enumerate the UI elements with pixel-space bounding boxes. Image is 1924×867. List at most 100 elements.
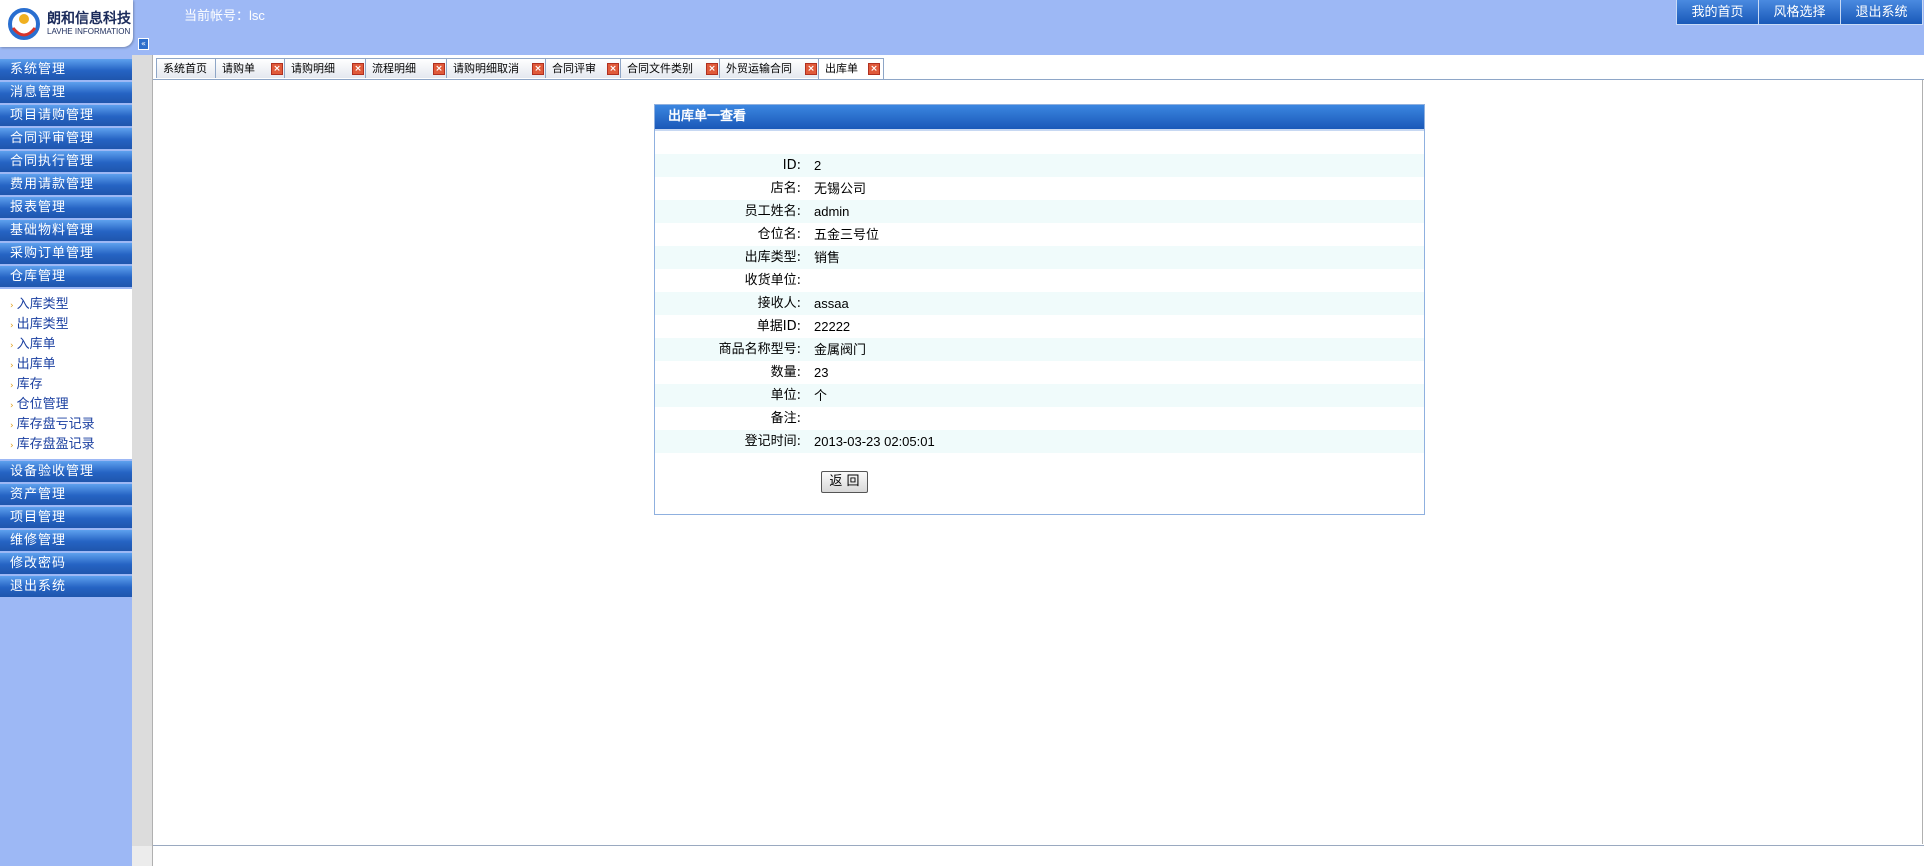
field-value: admin [814,204,850,219]
tab-process-detail[interactable]: 流程明细 × [365,58,449,78]
field-value: 无锡公司 [814,181,867,196]
submenu-item-location-mgmt[interactable]: › 仓位管理 [0,395,132,415]
panel-title: 出库单一查看 [655,105,1424,131]
sidebar-item-reports[interactable]: 报表管理 [0,197,132,218]
sidebar-item-projects[interactable]: 项目管理 [0,507,132,528]
close-icon[interactable]: × [607,63,619,75]
current-account: 当前帐号：lsc [184,8,265,23]
sidebar-item-exit[interactable]: 退出系统 [0,576,132,597]
sidebar-collapse-icon[interactable]: « [138,38,149,50]
home-button[interactable]: 我的首页 [1676,0,1759,25]
arrow-icon: › [10,441,14,451]
tab-contract-review[interactable]: 合同评审 × [545,58,623,78]
arrow-icon: › [10,321,14,331]
company-logo: 朗和信息科技 LAVHE INFORMATION [0,0,133,47]
detail-row-id: ID: 2 [655,154,1424,177]
field-value: 23 [814,365,829,380]
tab-requisition-cancel[interactable]: 请购明细取消 × [446,58,548,78]
close-icon[interactable]: × [868,63,880,75]
close-icon[interactable]: × [532,63,544,75]
detail-row-registered-time: 登记时间: 2013-03-23 02:05:01 [655,430,1424,453]
arrow-icon: › [10,361,14,371]
arrow-icon: › [10,381,14,391]
field-label: 单据ID: [756,319,801,334]
arrow-icon: › [10,421,14,431]
submenu-item-inventory[interactable]: › 库存 [0,375,132,395]
submenu-item-outbound-type[interactable]: › 出库类型 [0,315,132,335]
sidebar-item-contract-execution[interactable]: 合同执行管理 [0,151,132,172]
detail-row-doc-id: 单据ID: 22222 [655,315,1424,338]
field-label: 登记时间: [744,434,801,449]
tab-outbound-order[interactable]: 出库单 × [818,58,884,79]
sidebar-splitter[interactable] [132,55,153,866]
field-label: 收货单位: [744,273,801,288]
close-icon[interactable]: × [706,63,718,75]
close-icon[interactable]: × [271,63,283,75]
field-label: 出库类型: [744,250,801,265]
sidebar-item-change-password[interactable]: 修改密码 [0,553,132,574]
splitter-corner [132,846,152,866]
logo-text-cn: 朗和信息科技 [47,11,131,27]
close-icon[interactable]: × [805,63,817,75]
sidebar-item-contract-review[interactable]: 合同评审管理 [0,128,132,149]
sidebar-item-materials[interactable]: 基础物料管理 [0,220,132,241]
tab-requisition[interactable]: 请购单 × [215,58,287,78]
sidebar: 系统管理 消息管理 项目请购管理 合同评审管理 合同执行管理 费用请款管理 报表… [0,55,132,866]
submenu-item-outbound-order[interactable]: › 出库单 [0,355,132,375]
sidebar-item-messages[interactable]: 消息管理 [0,82,132,103]
detail-row-receiver: 接收人: assaa [655,292,1424,315]
detail-row-unit: 单位: 个 [655,384,1424,407]
field-label: 仓位名: [757,227,801,242]
field-value: 2 [814,158,822,173]
sidebar-item-equipment-acceptance[interactable]: 设备验收管理 [0,461,132,482]
sidebar-item-assets[interactable]: 资产管理 [0,484,132,505]
arrow-icon: › [10,301,14,311]
field-label: 员工姓名: [744,204,801,219]
sidebar-item-expense-request[interactable]: 费用请款管理 [0,174,132,195]
field-label: ID: [782,158,801,173]
sidebar-item-maintenance[interactable]: 维修管理 [0,530,132,551]
field-label: 数量: [770,365,801,380]
sidebar-item-warehouse[interactable]: 仓库管理 [0,266,132,287]
field-label: 店名: [770,181,801,196]
submenu-item-inbound-order[interactable]: › 入库单 [0,335,132,355]
submenu-item-inventory-gain[interactable]: › 库存盘盈记录 [0,435,132,455]
field-value: 22222 [814,319,851,334]
close-icon[interactable]: × [433,63,445,75]
tab-bar: 系统首页 请购单 × 请购明细 × 流程明细 × 请购明细取消 × 合同评审 × 合同文件… [153,55,1924,80]
sidebar-item-purchase-orders[interactable]: 采购订单管理 [0,243,132,264]
detail-row-outbound-type: 出库类型: 销售 [655,246,1424,269]
back-button[interactable]: 返 回 [821,471,868,493]
field-label: 接收人: [757,296,801,311]
arrow-icon: › [10,401,14,411]
detail-row-store: 店名: 无锡公司 [655,177,1424,200]
field-value: 2013-03-23 02:05:01 [814,434,935,449]
detail-row-consignee: 收货单位: [655,269,1424,292]
close-icon[interactable]: × [352,63,364,75]
warehouse-submenu: › 入库类型 › 出库类型 › 入库单 › 出库单 › 库存 › 仓位管理 › 库存盘亏记录 … [0,289,132,459]
field-value: 金属阀门 [814,342,867,357]
field-label: 备注: [770,411,801,426]
tab-requisition-detail[interactable]: 请购明细 × [284,58,368,78]
detail-row-location: 仓位名: 五金三号位 [655,223,1424,246]
detail-row-quantity: 数量: 23 [655,361,1424,384]
field-label: 单位: [770,388,801,403]
tab-foreign-transport-contract[interactable]: 外贸运输合同 × [719,58,821,78]
field-value: 个 [814,388,828,403]
field-value: 销售 [814,250,841,265]
detail-row-employee: 员工姓名: admin [655,200,1424,223]
logo-text-en: LAVHE INFORMATION [47,27,131,36]
bottom-strip [153,845,1924,867]
field-value: assaa [814,296,849,311]
logo-mark-icon [8,8,40,40]
submenu-item-inbound-type[interactable]: › 入库类型 [0,295,132,315]
detail-row-remark: 备注: [655,407,1424,430]
detail-rows: ID: 2 店名: 无锡公司 员工姓名: admin 仓位名: 五金三号位 出库类型: 销… [655,154,1424,453]
tab-home[interactable]: 系统首页 [156,58,218,78]
submenu-item-inventory-loss[interactable]: › 库存盘亏记录 [0,415,132,435]
logout-button[interactable]: 退出系统 [1840,0,1923,25]
sidebar-item-system[interactable]: 系统管理 [0,59,132,80]
sidebar-item-project-requisition[interactable]: 项目请购管理 [0,105,132,126]
style-select-button[interactable]: 风格选择 [1758,0,1841,25]
tab-contract-file-type[interactable]: 合同文件类别 × [620,58,722,78]
